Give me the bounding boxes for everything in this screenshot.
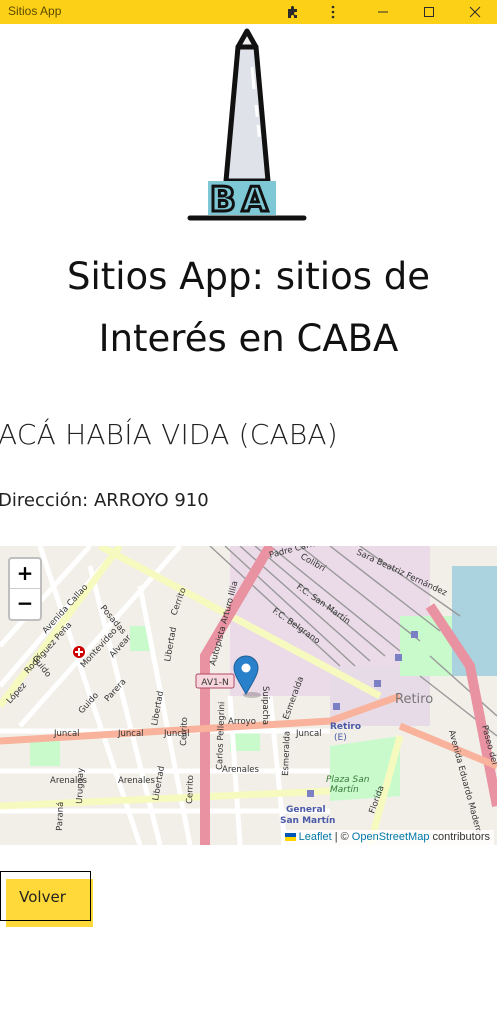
maximize-icon[interactable] <box>409 0 449 24</box>
label-juncal-4: Juncal <box>295 729 322 739</box>
label-general-san-martin-1: General <box>286 805 326 815</box>
label-juncal-3: Juncal <box>163 729 190 739</box>
attribution-sep: | © <box>334 831 349 843</box>
window-titlebar: Sitios App <box>0 0 497 24</box>
logo-text: BA <box>210 180 274 220</box>
extensions-icon[interactable] <box>273 0 313 24</box>
site-name: ACÁ HABÍA VIDA (CABA) <box>0 418 338 451</box>
attribution-contributors: contributors <box>432 831 490 843</box>
back-button-label: Volver <box>19 888 66 906</box>
obelisk-logo: BA <box>184 27 310 223</box>
label-suipacha: Suipacha <box>260 686 270 725</box>
back-button[interactable]: Volver <box>0 871 93 927</box>
page-title-line-1: Sitios App: sitios de <box>66 255 430 298</box>
label-retiro-e: (E) <box>334 733 347 743</box>
label-plaza-san-martin-2: Martín <box>330 785 359 795</box>
label-juncal-1: Juncal <box>53 729 80 739</box>
label-arenales-3: Arenales <box>222 765 260 775</box>
water-area <box>452 566 497 676</box>
label-arroyo: Arroyo <box>228 717 256 727</box>
more-vert-icon[interactable] <box>313 0 353 24</box>
map-zoom-control: + − <box>8 557 42 621</box>
page-title: Sitios App: sitios de Interés en CABA <box>20 246 477 370</box>
site-address: Dirección: ARROYO 910 <box>0 490 209 511</box>
label-parana: Paraná <box>55 802 66 832</box>
label-general-san-martin-2: San Martín <box>280 816 335 826</box>
page-title-line-2: Interés en CABA <box>98 317 399 360</box>
minimize-icon[interactable] <box>363 0 403 24</box>
label-plaza-san-martin-1: Plaza San <box>326 775 370 785</box>
route-shield-label: AV1-N <box>201 678 228 688</box>
zoom-out-button[interactable]: − <box>10 589 40 618</box>
zoom-in-button[interactable]: + <box>10 559 40 589</box>
osm-link[interactable]: OpenStreetMap <box>352 831 430 843</box>
map-attribution: Leaflet | © OpenStreetMap contributors <box>280 830 494 845</box>
label-esmeralda-2: Esmeralda <box>281 731 293 776</box>
map[interactable]: Avenida Callao Posadas Alvear Rodríguez … <box>0 546 497 845</box>
leaflet-link[interactable]: Leaflet <box>299 831 332 843</box>
label-uruguay: Uruguay <box>75 768 86 804</box>
label-cerrito-3: Cerrito <box>185 775 196 804</box>
label-juncal-2: Juncal <box>117 729 144 739</box>
label-arenales-2: Arenales <box>118 776 156 786</box>
close-icon[interactable] <box>455 0 495 24</box>
label-retiro-station: Retiro <box>330 722 361 732</box>
label-retiro: Retiro <box>395 692 433 707</box>
ukraine-flag-icon <box>284 833 296 842</box>
window-title: Sitios App <box>8 4 62 18</box>
